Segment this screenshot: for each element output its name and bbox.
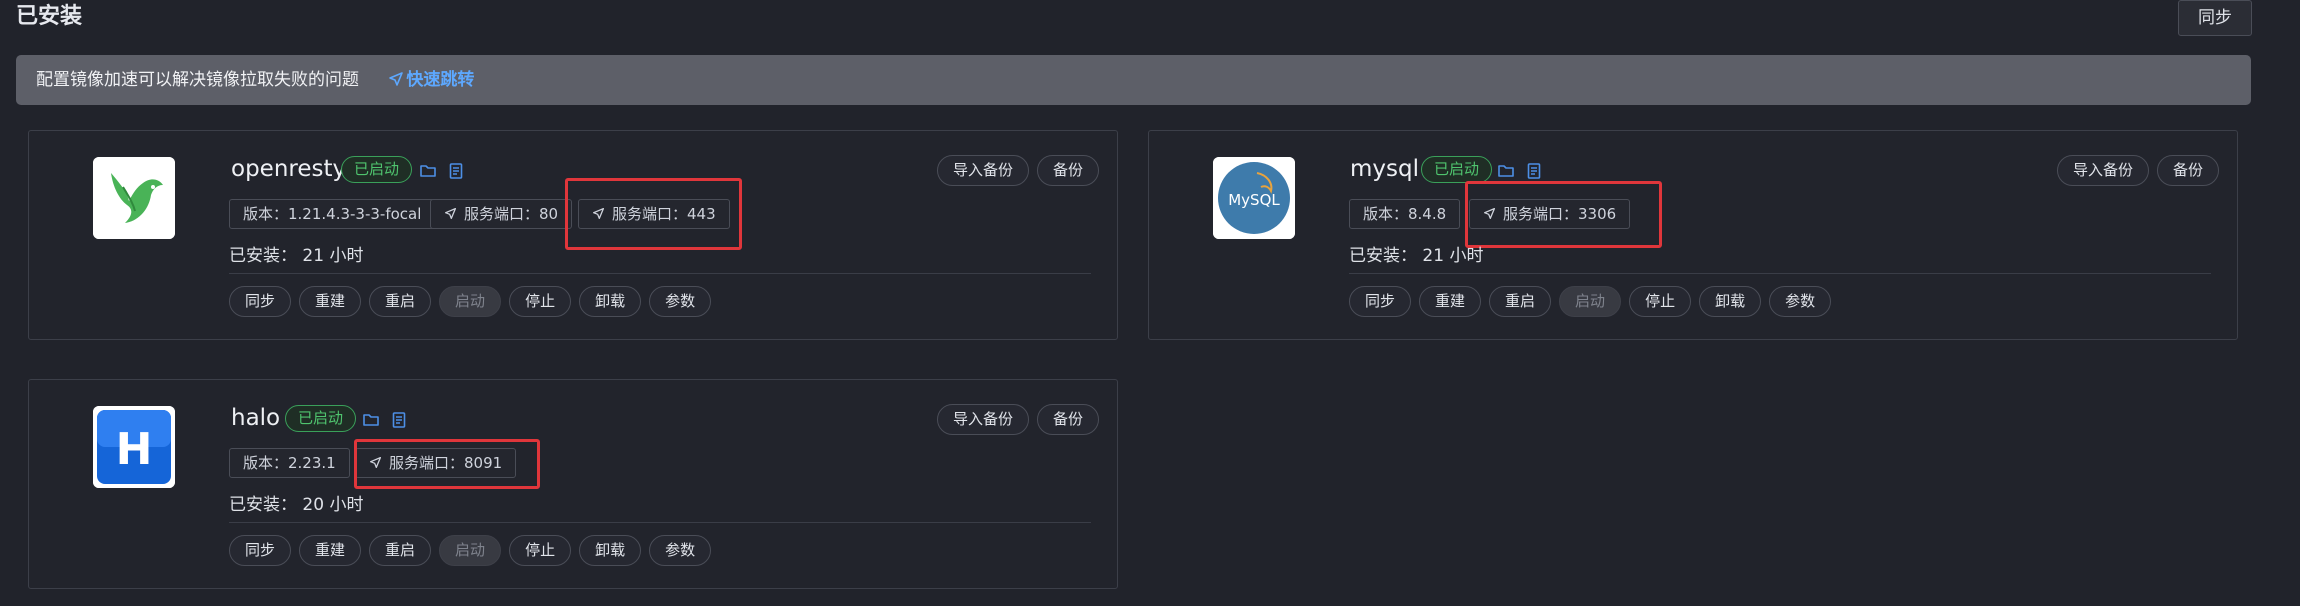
folder-icon[interactable] bbox=[1497, 162, 1515, 180]
installed-info: 已安装： 20 小时 bbox=[229, 492, 363, 518]
document-icon[interactable] bbox=[447, 162, 465, 180]
status-badge: 已启动 bbox=[285, 405, 357, 432]
installed-time: 21 小时 bbox=[1422, 246, 1484, 266]
installed-label: 已安装： bbox=[229, 246, 297, 266]
sync-all-button[interactable]: 同步 bbox=[2178, 0, 2252, 36]
port-tag: 服务端口：80 bbox=[430, 199, 573, 229]
sync-button[interactable]: 同步 bbox=[1349, 286, 1412, 317]
sync-button[interactable]: 同步 bbox=[229, 286, 292, 317]
installed-info: 已安装： 21 小时 bbox=[229, 243, 363, 269]
uninstall-button[interactable]: 卸载 bbox=[1699, 286, 1762, 317]
version-tag: 版本：8.4.8 bbox=[1349, 199, 1461, 229]
params-button[interactable]: 参数 bbox=[1769, 286, 1832, 317]
highlight-box bbox=[565, 178, 742, 250]
app-name: mysql bbox=[1350, 156, 1419, 182]
page-title: 已安装 bbox=[16, 4, 83, 29]
params-button[interactable]: 参数 bbox=[649, 535, 712, 566]
backup-buttons: 导入备份 备份 bbox=[937, 404, 1100, 435]
highlight-box bbox=[354, 439, 540, 489]
backup-button[interactable]: 备份 bbox=[1037, 155, 1100, 186]
stop-button[interactable]: 停止 bbox=[509, 535, 572, 566]
halo-logo: H bbox=[93, 406, 175, 488]
folder-icon[interactable] bbox=[362, 411, 380, 429]
rebuild-button[interactable]: 重建 bbox=[1419, 286, 1482, 317]
start-button[interactable]: 启动 bbox=[439, 286, 502, 317]
mysql-dolphin-icon: MySQL bbox=[1213, 157, 1295, 239]
status-badge: 已启动 bbox=[1421, 156, 1493, 183]
installed-info: 已安装： 21 小时 bbox=[1349, 243, 1483, 269]
quick-jump-label: 快速跳转 bbox=[406, 70, 475, 90]
installed-label: 已安装： bbox=[1349, 246, 1417, 266]
backup-button[interactable]: 备份 bbox=[2157, 155, 2220, 186]
action-buttons: 同步 重建 重启 启动 停止 卸载 参数 bbox=[229, 535, 712, 566]
folder-icon[interactable] bbox=[419, 162, 437, 180]
app-card-mysql: MySQL mysql 已启动 版本：8.4.8 服务端口：3306 已安装： … bbox=[1148, 130, 2238, 340]
version-tag: 版本：2.23.1 bbox=[229, 448, 350, 478]
document-icon[interactable] bbox=[1525, 162, 1543, 180]
backup-buttons: 导入备份 备份 bbox=[2057, 155, 2220, 186]
uninstall-button[interactable]: 卸载 bbox=[579, 286, 642, 317]
installed-time: 21 小时 bbox=[302, 246, 364, 266]
backup-buttons: 导入备份 备份 bbox=[937, 155, 1100, 186]
status-badge: 已启动 bbox=[341, 156, 413, 183]
app-name: halo bbox=[231, 405, 281, 431]
app-card-openresty: openresty 已启动 版本：1.21.4.3-3-3-focal 服务端口… bbox=[28, 130, 1118, 340]
mysql-logo-text: MySQL bbox=[1228, 191, 1280, 209]
restart-button[interactable]: 重启 bbox=[369, 535, 432, 566]
app-card-halo: H halo 已启动 版本：2.23.1 服务端口：8091 已安装： 20 小… bbox=[28, 379, 1118, 589]
uninstall-button[interactable]: 卸载 bbox=[579, 535, 642, 566]
highlight-box bbox=[1465, 181, 1662, 248]
openresty-logo bbox=[93, 157, 175, 239]
app-name: openresty bbox=[231, 156, 347, 182]
mirror-notice-banner: 配置镜像加速可以解决镜像拉取失败的问题 快速跳转 bbox=[16, 55, 2251, 105]
version-tag: 版本：1.21.4.3-3-3-focal bbox=[229, 199, 436, 229]
document-icon[interactable] bbox=[390, 411, 408, 429]
navigation-arrow-icon bbox=[444, 207, 457, 220]
notice-text: 配置镜像加速可以解决镜像拉取失败的问题 bbox=[36, 70, 359, 90]
divider bbox=[229, 522, 1091, 523]
navigation-arrow-icon bbox=[389, 72, 404, 86]
rebuild-button[interactable]: 重建 bbox=[299, 535, 362, 566]
action-buttons: 同步 重建 重启 启动 停止 卸载 参数 bbox=[1349, 286, 1832, 317]
openresty-bird-icon bbox=[93, 157, 175, 239]
import-backup-button[interactable]: 导入备份 bbox=[937, 155, 1030, 186]
restart-button[interactable]: 重启 bbox=[369, 286, 432, 317]
halo-logo-text: H bbox=[116, 424, 153, 475]
divider bbox=[229, 273, 1091, 274]
import-backup-button[interactable]: 导入备份 bbox=[2057, 155, 2150, 186]
halo-h-icon: H bbox=[93, 406, 175, 488]
rebuild-button[interactable]: 重建 bbox=[299, 286, 362, 317]
installed-time: 20 小时 bbox=[302, 495, 364, 515]
stop-button[interactable]: 停止 bbox=[509, 286, 572, 317]
params-button[interactable]: 参数 bbox=[649, 286, 712, 317]
quick-jump-link[interactable]: 快速跳转 bbox=[388, 70, 474, 90]
installed-label: 已安装： bbox=[229, 495, 297, 515]
restart-button[interactable]: 重启 bbox=[1489, 286, 1552, 317]
sync-button[interactable]: 同步 bbox=[229, 535, 292, 566]
divider bbox=[1349, 273, 2211, 274]
port-label: 服务端口：80 bbox=[464, 205, 559, 223]
backup-button[interactable]: 备份 bbox=[1037, 404, 1100, 435]
mysql-logo: MySQL bbox=[1213, 157, 1295, 239]
stop-button[interactable]: 停止 bbox=[1629, 286, 1692, 317]
import-backup-button[interactable]: 导入备份 bbox=[937, 404, 1030, 435]
start-button[interactable]: 启动 bbox=[1559, 286, 1622, 317]
action-buttons: 同步 重建 重启 启动 停止 卸载 参数 bbox=[229, 286, 712, 317]
start-button[interactable]: 启动 bbox=[439, 535, 502, 566]
